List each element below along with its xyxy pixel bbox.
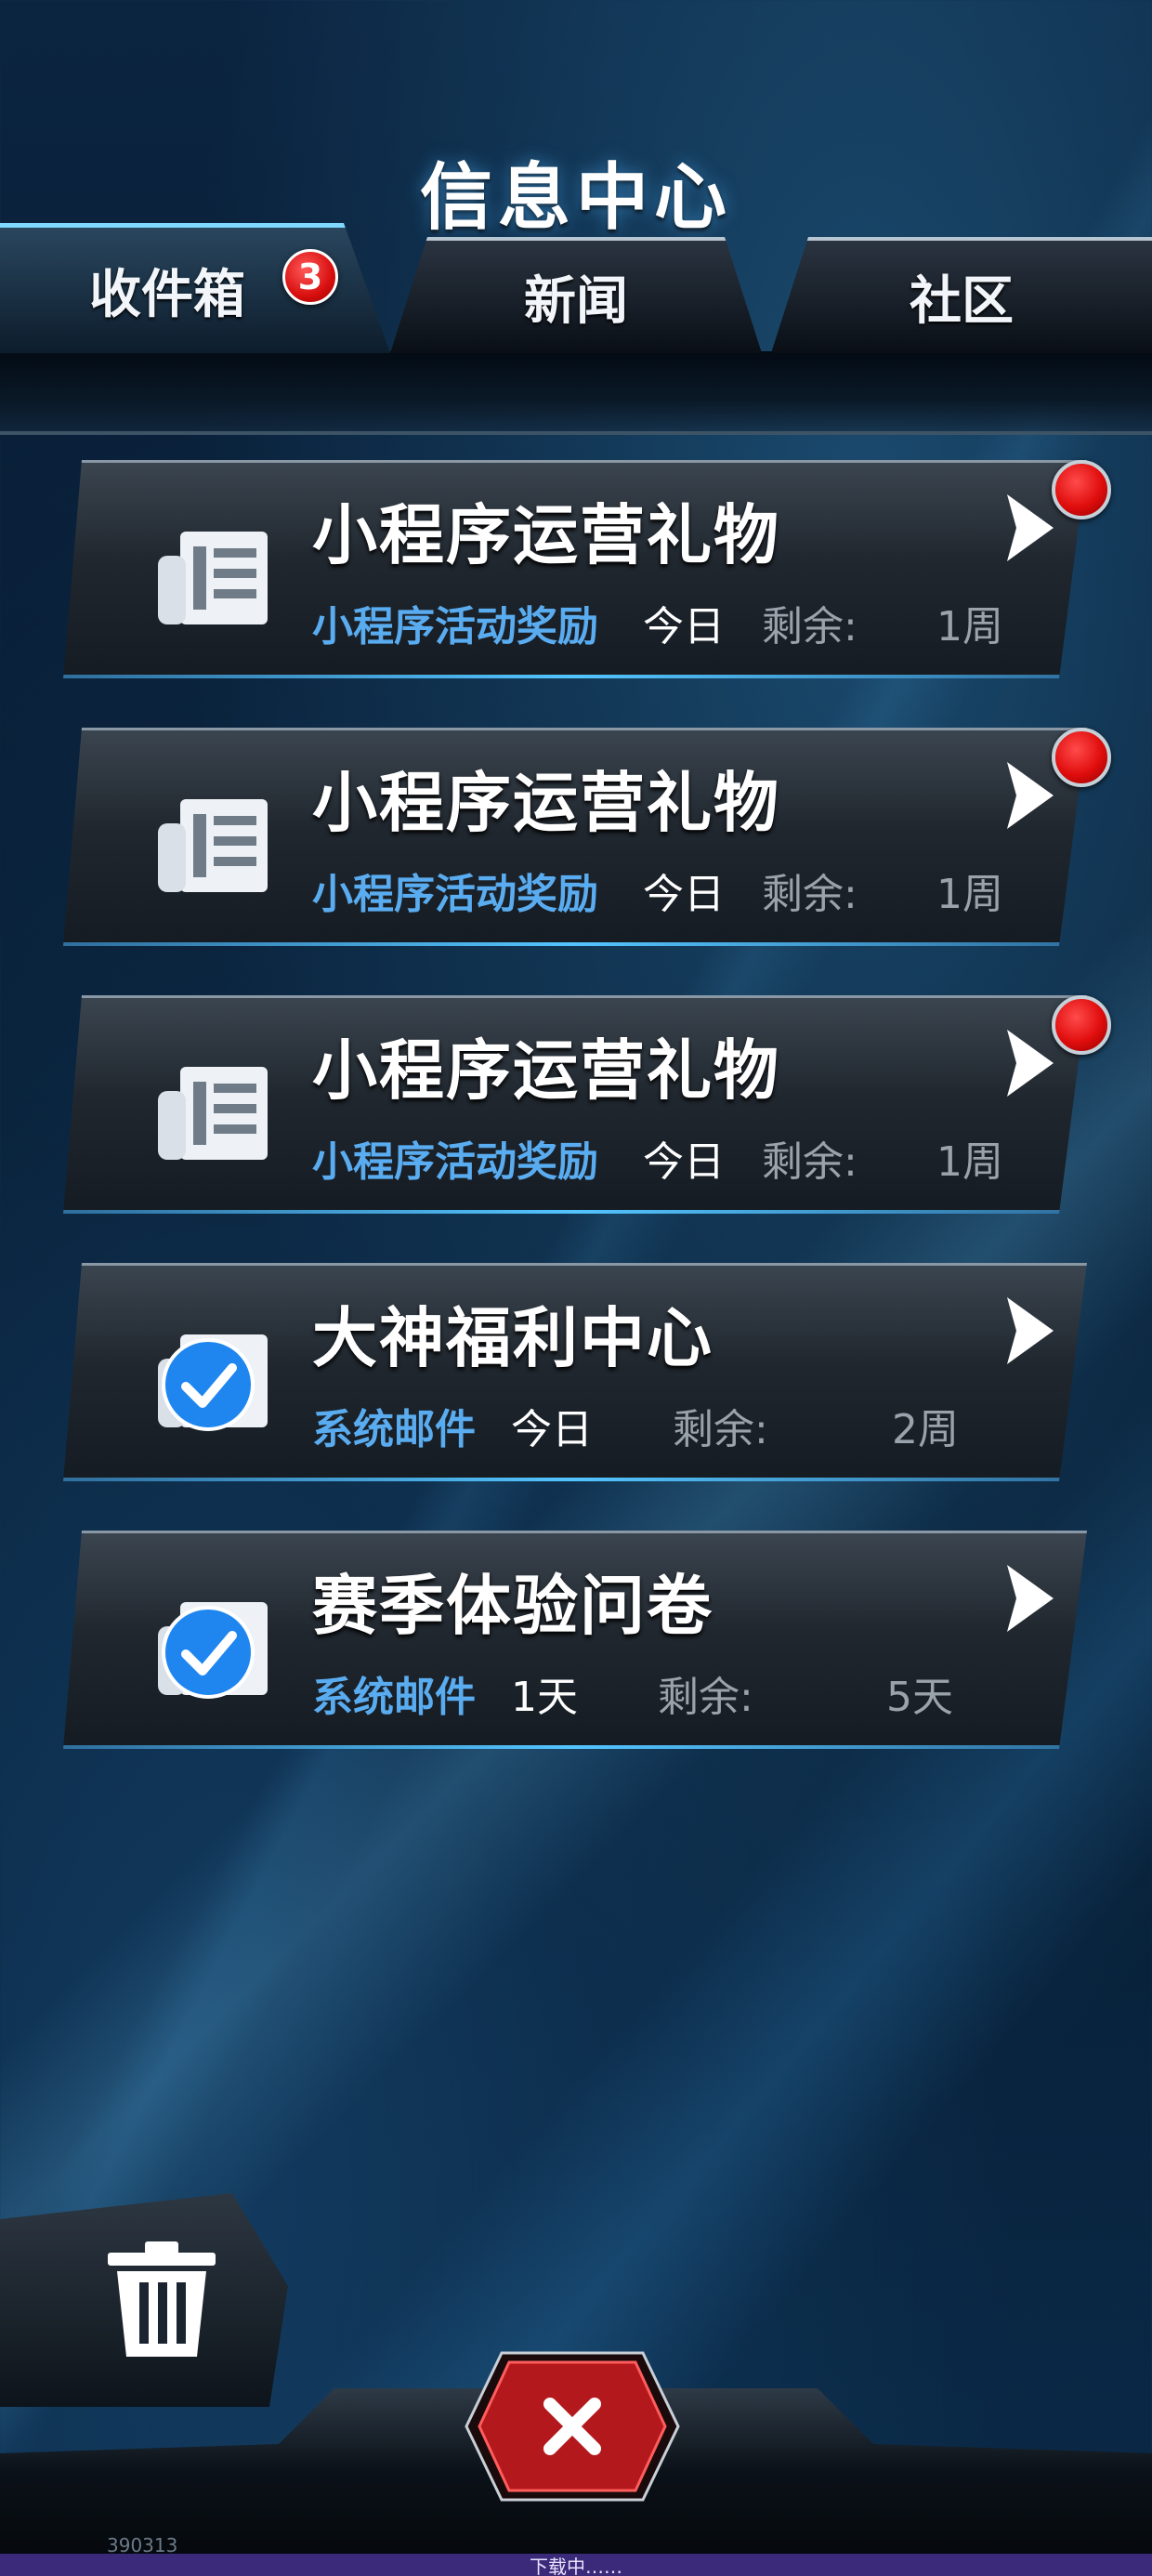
message-remain-label: 剩余:: [673, 1406, 768, 1453]
delete-button[interactable]: [0, 2193, 288, 2407]
unread-indicator: [1052, 460, 1111, 519]
message-sender: 小程序活动奖励: [312, 1138, 598, 1186]
close-button[interactable]: [465, 2351, 680, 2502]
message-remain-label: 剩余:: [762, 603, 857, 651]
message-item[interactable]: 赛季体验问卷 系统邮件 1天 剩余: 5天: [63, 1531, 1087, 1749]
checked-mail-icon: [158, 1334, 268, 1431]
message-item[interactable]: 大神福利中心 系统邮件 今日 剩余: 2周: [63, 1263, 1087, 1481]
message-date: 今日: [643, 603, 725, 651]
message-remain-label: 剩余:: [762, 1138, 857, 1186]
message-remain-value: 5天: [886, 1674, 953, 1721]
message-title: 赛季体验问卷: [312, 1568, 713, 1644]
tab-community-label: 社区: [910, 271, 1014, 332]
tab-community[interactable]: 社区: [771, 237, 1152, 353]
chevron-right-icon: [1007, 1030, 1054, 1097]
inbox-count-badge: 3: [282, 249, 338, 305]
tab-inbox-label: 收件箱: [89, 265, 245, 325]
unread-indicator: [1052, 728, 1111, 787]
unread-indicator: [1052, 995, 1111, 1055]
message-title: 小程序运营礼物: [312, 765, 780, 841]
message-date: 今日: [511, 1406, 593, 1453]
chevron-right-icon: [1007, 762, 1054, 829]
newspaper-icon: [158, 1067, 268, 1160]
checked-mail-icon: [158, 1602, 268, 1699]
loading-bar: 下载中……: [0, 2554, 1152, 2576]
message-date: 今日: [643, 871, 725, 918]
message-sender: 小程序活动奖励: [312, 603, 598, 651]
message-item[interactable]: 小程序运营礼物 小程序活动奖励 今日 剩余: 1周: [63, 995, 1087, 1214]
message-sender: 系统邮件: [312, 1674, 476, 1721]
message-date: 今日: [643, 1138, 725, 1186]
message-date: 1天: [511, 1674, 578, 1721]
trash-icon: [108, 2241, 216, 2357]
message-remain-label: 剩余:: [658, 1674, 753, 1721]
tab-news[interactable]: 新闻: [390, 237, 762, 353]
newspaper-icon: [158, 799, 268, 892]
message-remain-label: 剩余:: [762, 871, 857, 918]
message-title: 大神福利中心: [312, 1300, 713, 1376]
chevron-right-icon: [1007, 1565, 1054, 1632]
message-item[interactable]: 小程序运营礼物 小程序活动奖励 今日 剩余: 1周: [63, 460, 1087, 678]
chevron-right-icon: [1007, 1297, 1054, 1364]
newspaper-icon: [158, 532, 268, 624]
message-sender: 小程序活动奖励: [312, 871, 598, 918]
message-title: 小程序运营礼物: [312, 497, 780, 573]
loading-text: 下载中……: [530, 2555, 622, 2576]
message-remain-value: 1周: [936, 603, 1003, 651]
tab-bar: [0, 351, 1152, 435]
message-item[interactable]: 小程序运营礼物 小程序活动奖励 今日 剩余: 1周: [63, 728, 1087, 946]
message-title: 小程序运营礼物: [312, 1032, 780, 1109]
message-remain-value: 1周: [936, 1138, 1003, 1186]
message-remain-value: 2周: [892, 1406, 959, 1453]
message-remain-value: 1周: [936, 871, 1003, 918]
chevron-right-icon: [1007, 494, 1054, 561]
tab-news-label: 新闻: [524, 271, 628, 332]
message-sender: 系统邮件: [312, 1406, 476, 1453]
